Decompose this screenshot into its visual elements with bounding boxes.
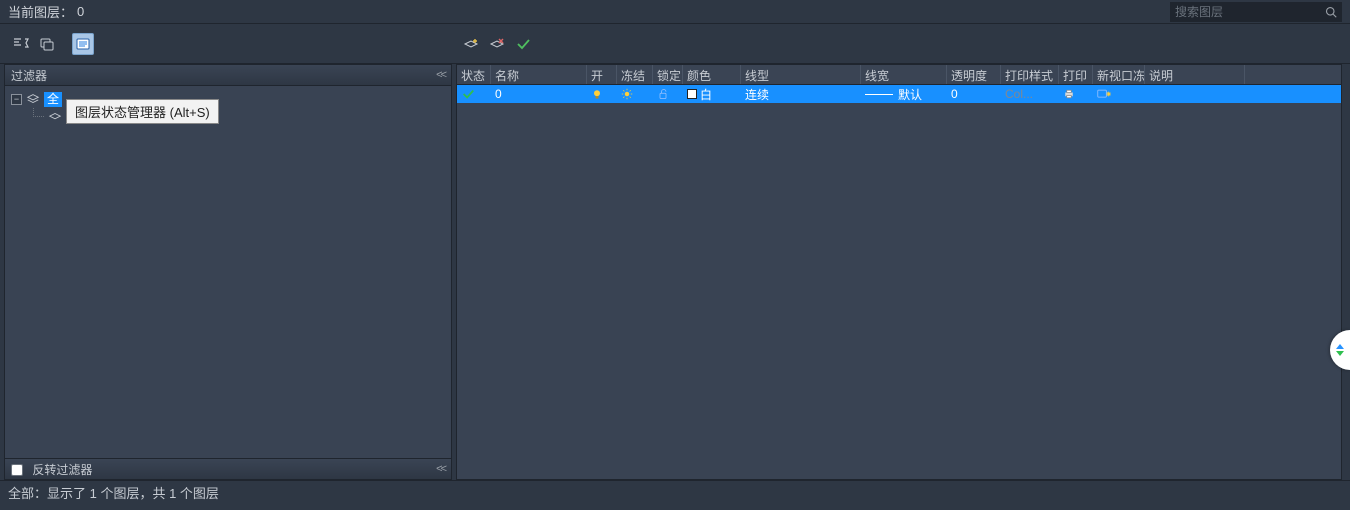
lineweight-icon: [865, 94, 893, 95]
cell-plot[interactable]: [1059, 88, 1093, 100]
cell-lineweight[interactable]: 默认: [861, 86, 947, 103]
layer-list-panel: 状态 名称 开 冻结 锁定 颜色 线型 线宽 透明度 打印样式 打印 新视口冻 …: [456, 64, 1342, 480]
cell-lock[interactable]: [653, 88, 683, 100]
layer-group-button[interactable]: [36, 33, 58, 55]
new-layer-button[interactable]: [460, 33, 482, 55]
col-plot[interactable]: 打印: [1059, 65, 1093, 84]
sun-icon: [621, 88, 633, 100]
col-freeze[interactable]: 冻结: [617, 65, 653, 84]
arrow-up-icon: [1336, 344, 1344, 349]
status-text: 全部：显示了 1 个图层，共 1 个图层: [8, 483, 219, 502]
toolbar-right: [452, 24, 1350, 63]
layers-stack-icon: [26, 92, 40, 106]
search-layers-box[interactable]: [1170, 2, 1342, 22]
toolbar-left: [0, 24, 452, 63]
tree-connector-icon: [33, 108, 44, 117]
expander-icon[interactable]: −: [11, 94, 22, 105]
delete-layer-icon: [489, 36, 505, 52]
cell-transparency[interactable]: 0: [947, 87, 1001, 101]
col-status[interactable]: 状态: [457, 65, 491, 84]
collapse-footer-icon[interactable]: <<: [436, 463, 445, 475]
filter-icon: [13, 36, 29, 52]
filter-panel-title: 过滤器: [11, 67, 47, 84]
current-layer-value: 0: [77, 4, 84, 19]
invert-filter-label: 反转过滤器: [32, 463, 92, 477]
delete-layer-button[interactable]: [486, 33, 508, 55]
layer-table: 状态 名称 开 冻结 锁定 颜色 线型 线宽 透明度 打印样式 打印 新视口冻 …: [456, 64, 1342, 480]
col-color[interactable]: 颜色: [683, 65, 741, 84]
new-layer-icon: [463, 36, 479, 52]
vp-freeze-icon: [1097, 88, 1111, 100]
col-linetype[interactable]: 线型: [741, 65, 861, 84]
col-on[interactable]: 开: [587, 65, 617, 84]
check-icon: [515, 36, 531, 52]
toolbar: [0, 24, 1350, 64]
search-layers-input[interactable]: [1175, 5, 1315, 19]
layer-states-manager-button[interactable]: [72, 33, 94, 55]
unlock-icon: [657, 88, 669, 100]
filter-panel-footer: 反转过滤器 <<: [4, 458, 452, 480]
current-layer-display: 当前图层： 0: [8, 2, 84, 21]
filter-panel: 过滤器 << − 全 所有已使用的图层 反转: [4, 64, 452, 480]
cell-vpfreeze[interactable]: [1093, 88, 1145, 100]
cell-plotstyle[interactable]: Col...: [1001, 87, 1059, 101]
cell-freeze[interactable]: [617, 88, 653, 100]
arrow-down-icon: [1336, 351, 1344, 356]
tooltip-layer-states: 图层状态管理器 (Alt+S): [66, 99, 219, 124]
col-lock[interactable]: 锁定: [653, 65, 683, 84]
status-bar: 全部：显示了 1 个图层，共 1 个图层: [0, 480, 1350, 504]
layers-group-icon: [39, 36, 55, 52]
cell-linetype[interactable]: 连续: [741, 86, 861, 103]
current-check-icon: [461, 87, 475, 101]
filter-tree[interactable]: − 全 所有已使用的图层: [4, 86, 452, 458]
bulb-on-icon: [591, 88, 603, 100]
layer-states-icon: [75, 36, 91, 52]
current-layer-label: 当前图层：: [8, 2, 73, 21]
cell-status[interactable]: [457, 87, 491, 101]
set-current-button[interactable]: [512, 33, 534, 55]
cell-lineweight-text: 默认: [898, 86, 922, 103]
cell-color[interactable]: 白: [683, 86, 741, 103]
tree-root-label[interactable]: 全: [44, 92, 62, 107]
filter-panel-header[interactable]: 过滤器 <<: [4, 64, 452, 86]
col-description[interactable]: 说明: [1145, 65, 1245, 84]
color-swatch-icon: [687, 89, 697, 99]
invert-filter-wrapper[interactable]: 反转过滤器: [11, 461, 92, 478]
table-header: 状态 名称 开 冻结 锁定 颜色 线型 线宽 透明度 打印样式 打印 新视口冻 …: [457, 65, 1341, 85]
col-transparency[interactable]: 透明度: [947, 65, 1001, 84]
tooltip-text: 图层状态管理器 (Alt+S): [75, 105, 210, 120]
main-area: 过滤器 << − 全 所有已使用的图层 反转: [0, 64, 1350, 480]
cell-name[interactable]: 0: [491, 87, 587, 101]
col-name[interactable]: 名称: [491, 65, 587, 84]
table-row[interactable]: 0 白 连续 默认 0: [457, 85, 1341, 103]
collapse-icon[interactable]: <<: [436, 69, 445, 81]
printer-icon: [1063, 88, 1075, 100]
col-plotstyle[interactable]: 打印样式: [1001, 65, 1059, 84]
col-vpfreeze[interactable]: 新视口冻: [1093, 65, 1145, 84]
layer-filter-button[interactable]: [10, 33, 32, 55]
col-lineweight[interactable]: 线宽: [861, 65, 947, 84]
cell-on[interactable]: [587, 88, 617, 100]
layers-icon: [48, 110, 62, 124]
invert-filter-checkbox[interactable]: [11, 464, 23, 476]
cell-color-text: 白: [700, 86, 712, 103]
top-bar: 当前图层： 0: [0, 0, 1350, 24]
search-icon: [1325, 6, 1337, 18]
